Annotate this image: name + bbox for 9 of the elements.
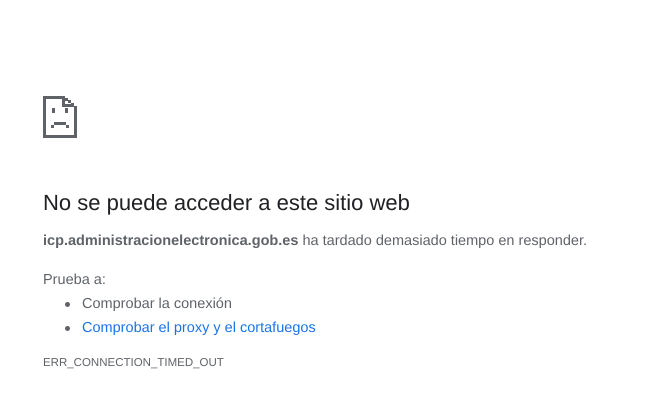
bullet-icon — [65, 326, 70, 330]
suggestions-label: Prueba a: — [43, 271, 107, 290]
sad-page-icon — [43, 96, 77, 138]
suggestion-link[interactable]: Comprobar el proxy y el cortafuegos — [82, 318, 316, 338]
bullet-icon — [65, 302, 70, 306]
error-code: ERR_CONNECTION_TIMED_OUT — [43, 356, 225, 371]
suggestion-text: Comprobar la conexión — [82, 295, 232, 314]
error-message: icp.administracionelectronica.gob.es ha tardado demasiado tiempo en responder. — [43, 232, 588, 251]
error-heading: No se puede acceder a este sitio web — [43, 189, 411, 217]
